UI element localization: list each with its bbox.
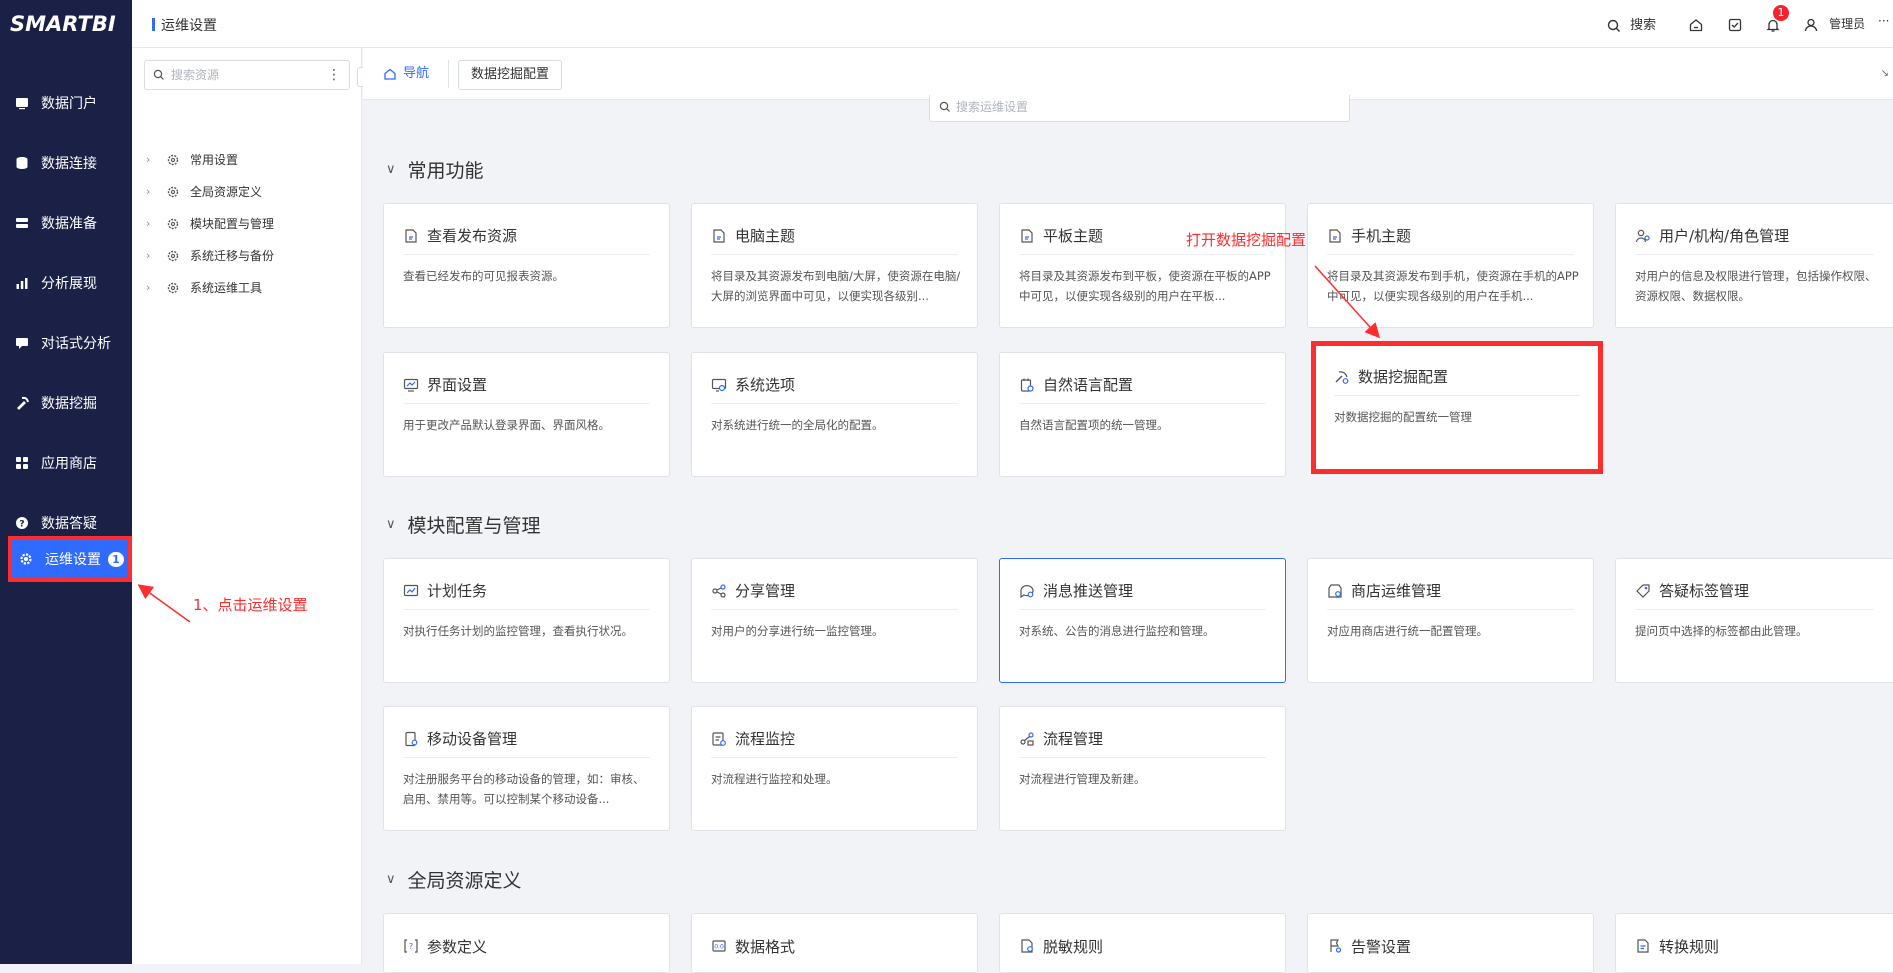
annotation-arrow-step1 — [137, 584, 191, 623]
annotation-arrow-step2 — [1314, 265, 1381, 339]
annotation-arrows — [137, 265, 1381, 623]
